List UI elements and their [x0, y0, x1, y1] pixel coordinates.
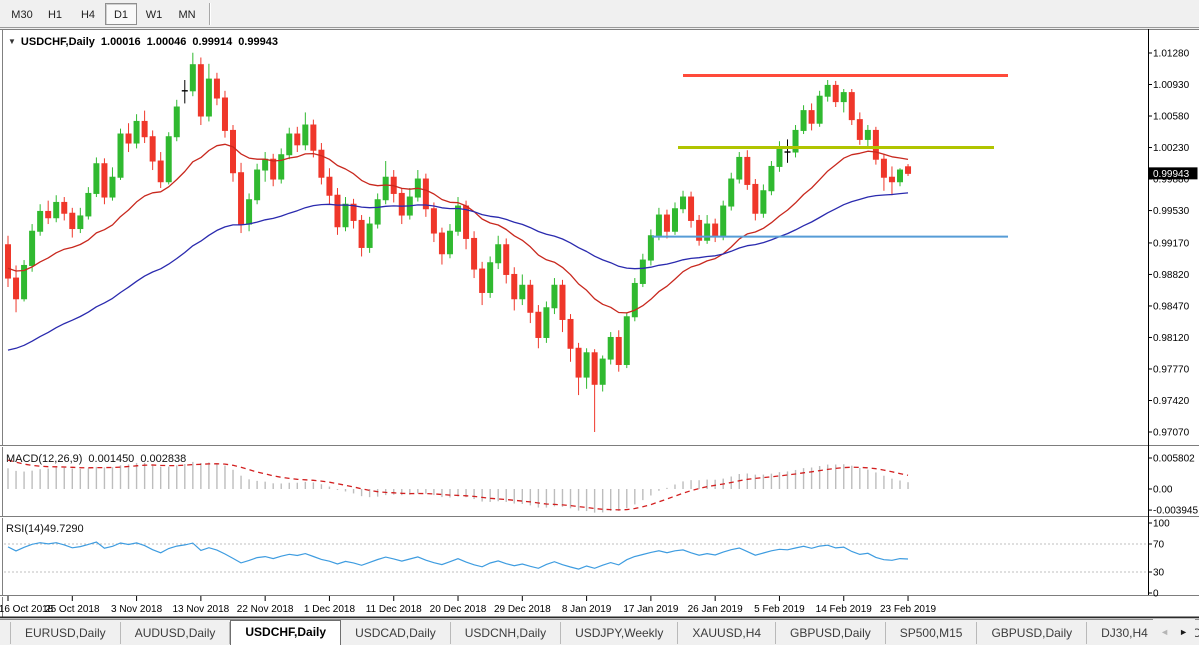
svg-text:29 Dec 2018: 29 Dec 2018: [494, 604, 551, 615]
timeframe-button-h1[interactable]: H1: [39, 3, 71, 25]
svg-text:0.97420: 0.97420: [1153, 396, 1190, 407]
svg-text:0.98820: 0.98820: [1153, 270, 1190, 281]
svg-text:0.97070: 0.97070: [1153, 428, 1190, 439]
terminal-window: M30H1H4D1W1MN 1.01280 1.00930 1.00580 1.002…: [0, 0, 1199, 645]
timeframe-button-m30[interactable]: M30: [6, 3, 38, 25]
tab-sp500-m15[interactable]: SP500,M15: [886, 622, 978, 644]
current-price-label: 0.99943: [1153, 169, 1190, 180]
timeframe-button-w1[interactable]: W1: [138, 3, 170, 25]
tab-xauusd-h4[interactable]: XAUUSD,H4: [678, 622, 776, 644]
svg-text:0.99530: 0.99530: [1153, 206, 1190, 217]
svg-text:30: 30: [1153, 568, 1165, 579]
svg-text:17 Jan 2019: 17 Jan 2019: [623, 604, 678, 615]
svg-text:20 Dec 2018: 20 Dec 2018: [430, 604, 487, 615]
tab-usdcnh-daily[interactable]: USDCNH,Daily: [451, 622, 561, 644]
tab-usdchf-daily[interactable]: USDCHF,Daily: [230, 620, 341, 645]
tab-eurusd-daily[interactable]: EURUSD,Daily: [10, 622, 121, 644]
svg-text:0.97770: 0.97770: [1153, 364, 1190, 375]
svg-text:23 Feb 2019: 23 Feb 2019: [880, 604, 937, 615]
svg-text:26 Jan 2019: 26 Jan 2019: [688, 604, 743, 615]
svg-text:0.98470: 0.98470: [1153, 301, 1190, 312]
tabs-scroll-right-icon[interactable]: ►: [1179, 627, 1188, 637]
chart-tabs-scroll: ◄ ►: [1153, 619, 1195, 645]
svg-text:13 Nov 2018: 13 Nov 2018: [173, 604, 230, 615]
svg-text:25 Oct 2018: 25 Oct 2018: [45, 604, 100, 615]
svg-text:1.00230: 1.00230: [1153, 143, 1190, 154]
svg-text:0: 0: [1153, 589, 1159, 600]
svg-text:22 Nov 2018: 22 Nov 2018: [237, 604, 294, 615]
svg-text:5 Feb 2019: 5 Feb 2019: [754, 604, 805, 615]
svg-text:0.98120: 0.98120: [1153, 333, 1190, 344]
tab-dj30-h4[interactable]: DJ30,H4: [1087, 622, 1163, 644]
chart-tabs: EURUSD,DailyAUDUSD,DailyUSDCHF,DailyUSDC…: [0, 619, 1199, 645]
tabs-scroll-left-icon[interactable]: ◄: [1160, 627, 1169, 637]
chart-window: 1.012801.009301.005801.002300.998800.995…: [0, 29, 1199, 619]
tab-usdcad-daily[interactable]: USDCAD,Daily: [341, 622, 451, 644]
timeframe-toolbar: M30H1H4D1W1MN: [0, 0, 1199, 28]
toolbar-separator: [209, 3, 211, 25]
tab-usdjpy-weekly[interactable]: USDJPY,Weekly: [561, 622, 678, 644]
svg-text:8 Jan 2019: 8 Jan 2019: [562, 604, 612, 615]
timeframe-button-d1[interactable]: D1: [105, 3, 137, 25]
svg-text:14 Feb 2019: 14 Feb 2019: [816, 604, 873, 615]
timeframe-button-h4[interactable]: H4: [72, 3, 104, 25]
tab-gbpusd-daily[interactable]: GBPUSD,Daily: [977, 622, 1087, 644]
timeframe-button-mn[interactable]: MN: [171, 3, 203, 25]
svg-text:70: 70: [1153, 540, 1165, 551]
svg-text:1.00580: 1.00580: [1153, 112, 1190, 123]
svg-text:1.01280: 1.01280: [1153, 49, 1190, 60]
svg-text:0.99170: 0.99170: [1153, 238, 1190, 249]
chart-canvas[interactable]: 1.012801.009301.005801.002300.998800.995…: [0, 29, 1199, 619]
svg-text:0.005802: 0.005802: [1153, 453, 1195, 464]
svg-text:100: 100: [1153, 519, 1170, 530]
tab-audusd-daily[interactable]: AUDUSD,Daily: [121, 622, 231, 644]
svg-text:11 Dec 2018: 11 Dec 2018: [366, 604, 422, 615]
svg-text:3 Nov 2018: 3 Nov 2018: [111, 604, 163, 615]
svg-text:-0.003945: -0.003945: [1153, 506, 1198, 517]
svg-text:0.00: 0.00: [1153, 485, 1173, 496]
svg-text:1 Dec 2018: 1 Dec 2018: [304, 604, 356, 615]
svg-text:1.00930: 1.00930: [1153, 80, 1190, 91]
tab-gbpusd-daily[interactable]: GBPUSD,Daily: [776, 622, 886, 644]
